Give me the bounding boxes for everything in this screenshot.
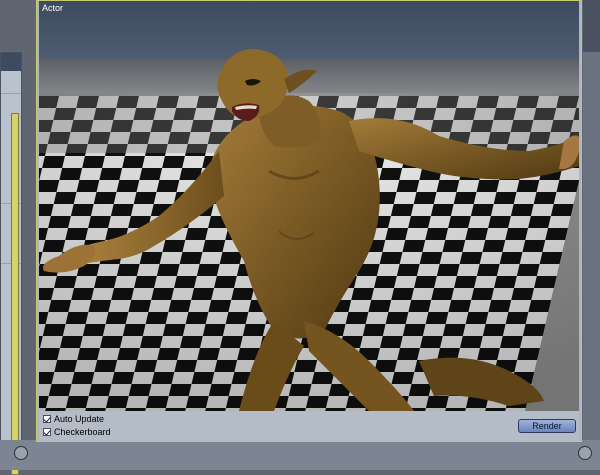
checkerboard-option[interactable]: Checkerboard [43,427,111,437]
auto-update-option[interactable]: Auto Update [43,414,104,424]
background-divider [1,93,21,94]
render-viewport [39,1,579,411]
checkerboard-checkbox[interactable] [43,428,51,436]
auto-update-checkbox[interactable] [43,415,51,423]
bottom-toolbar [0,440,600,470]
auto-update-label: Auto Update [54,414,105,424]
background-scrollbar[interactable] [11,113,19,475]
render-image [39,1,579,411]
render-controls: Auto Update Checkerboard Render [39,411,579,441]
sky-backdrop [39,1,579,61]
render-preview-window: Actor Auto Update Checkerboard Render [36,0,582,442]
resize-handle-right[interactable] [578,446,592,460]
background-panel-header [1,53,21,71]
background-window-header [583,0,600,52]
checkerboard-label: Checkerboard [54,427,111,437]
background-panel [0,52,22,475]
background-panel-right [583,52,600,450]
render-button[interactable]: Render [518,419,576,433]
window-title: Actor [42,3,64,13]
resize-handle-left[interactable] [14,446,28,460]
